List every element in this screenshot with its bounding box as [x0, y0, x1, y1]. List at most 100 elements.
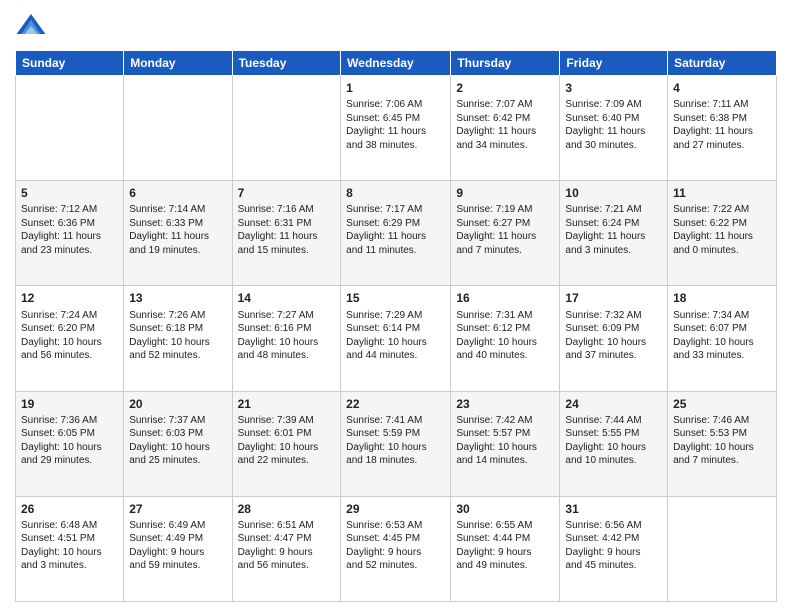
- calendar-cell: 25 Sunrise: 7:46 AM Sunset: 5:53 PM Dayli…: [668, 391, 777, 496]
- calendar-week-row: 26 Sunrise: 6:48 AM Sunset: 4:51 PM Dayli…: [16, 496, 777, 601]
- day-number: 2: [456, 80, 554, 96]
- day-info: Sunrise: 7:36 AM Sunset: 6:05 PM Dayligh…: [21, 414, 118, 468]
- logo-icon: [15, 10, 47, 42]
- day-info: Sunrise: 7:12 AM Sunset: 6:36 PM Dayligh…: [21, 203, 118, 257]
- calendar-cell: 12 Sunrise: 7:24 AM Sunset: 6:20 PM Dayli…: [16, 286, 124, 391]
- calendar-cell: 31 Sunrise: 6:56 AM Sunset: 4:42 PM Dayli…: [560, 496, 668, 601]
- day-info: Sunrise: 7:09 AM Sunset: 6:40 PM Dayligh…: [565, 98, 662, 152]
- col-wednesday: Wednesday: [341, 51, 451, 76]
- day-number: 31: [565, 501, 662, 517]
- calendar-cell: 2Sunrise: 7:07 AM Sunset: 6:42 PM Daylig…: [451, 76, 560, 181]
- calendar-cell: 14Sunrise: 7:27 AM Sunset: 6:16 PM Dayli…: [232, 286, 341, 391]
- day-number: 9: [456, 185, 554, 201]
- day-info: Sunrise: 7:16 AM Sunset: 6:31 PM Dayligh…: [238, 203, 336, 257]
- day-info: Sunrise: 6:48 AM Sunset: 4:51 PM Dayligh…: [21, 519, 118, 573]
- calendar-table: Sunday Monday Tuesday Wednesday Thursday…: [15, 50, 777, 602]
- day-number: 24: [565, 396, 662, 412]
- col-friday: Friday: [560, 51, 668, 76]
- calendar-cell: [668, 496, 777, 601]
- day-info: Sunrise: 7:37 AM Sunset: 6:03 PM Dayligh…: [129, 414, 226, 468]
- day-number: 26: [21, 501, 118, 517]
- calendar-cell: 15 Sunrise: 7:29 AM Sunset: 6:14 PM Dayli…: [341, 286, 451, 391]
- calendar-week-row: 1 Sunrise: 7:06 AM Sunset: 6:45 PM Daylig…: [16, 76, 777, 181]
- day-number: 11: [673, 185, 771, 201]
- day-number: 16: [456, 290, 554, 306]
- day-number: 15: [346, 290, 445, 306]
- calendar-cell: [124, 76, 232, 181]
- calendar-cell: 6 Sunrise: 7:14 AM Sunset: 6:33 PM Daylig…: [124, 181, 232, 286]
- col-tuesday: Tuesday: [232, 51, 341, 76]
- day-number: 10: [565, 185, 662, 201]
- day-info: Sunrise: 7:19 AM Sunset: 6:27 PM Dayligh…: [456, 203, 554, 257]
- day-number: 19: [21, 396, 118, 412]
- day-number: 1: [346, 80, 445, 96]
- day-info: Sunrise: 6:53 AM Sunset: 4:45 PM Dayligh…: [346, 519, 445, 573]
- calendar-cell: 22 Sunrise: 7:41 AM Sunset: 5:59 PM Dayli…: [341, 391, 451, 496]
- calendar-cell: 27 Sunrise: 6:49 AM Sunset: 4:49 PM Dayli…: [124, 496, 232, 601]
- calendar-cell: 29Sunrise: 6:53 AM Sunset: 4:45 PM Dayli…: [341, 496, 451, 601]
- calendar-cell: 23Sunrise: 7:42 AM Sunset: 5:57 PM Dayli…: [451, 391, 560, 496]
- calendar-cell: 5Sunrise: 7:12 AM Sunset: 6:36 PM Daylig…: [16, 181, 124, 286]
- col-sunday: Sunday: [16, 51, 124, 76]
- day-number: 17: [565, 290, 662, 306]
- calendar-header-row: Sunday Monday Tuesday Wednesday Thursday…: [16, 51, 777, 76]
- calendar-cell: 28Sunrise: 6:51 AM Sunset: 4:47 PM Dayli…: [232, 496, 341, 601]
- day-info: Sunrise: 7:34 AM Sunset: 6:07 PM Dayligh…: [673, 309, 771, 363]
- calendar-cell: 11 Sunrise: 7:22 AM Sunset: 6:22 PM Dayli…: [668, 181, 777, 286]
- col-thursday: Thursday: [451, 51, 560, 76]
- day-info: Sunrise: 7:41 AM Sunset: 5:59 PM Dayligh…: [346, 414, 445, 468]
- calendar-cell: 16 Sunrise: 7:31 AM Sunset: 6:12 PM Dayli…: [451, 286, 560, 391]
- header: [15, 10, 777, 42]
- day-info: Sunrise: 7:24 AM Sunset: 6:20 PM Dayligh…: [21, 309, 118, 363]
- calendar-cell: 8 Sunrise: 7:17 AM Sunset: 6:29 PM Daylig…: [341, 181, 451, 286]
- day-info: Sunrise: 7:14 AM Sunset: 6:33 PM Dayligh…: [129, 203, 226, 257]
- day-info: Sunrise: 7:26 AM Sunset: 6:18 PM Dayligh…: [129, 309, 226, 363]
- col-saturday: Saturday: [668, 51, 777, 76]
- calendar-cell: 26 Sunrise: 6:48 AM Sunset: 4:51 PM Dayli…: [16, 496, 124, 601]
- day-info: Sunrise: 7:39 AM Sunset: 6:01 PM Dayligh…: [238, 414, 336, 468]
- logo: [15, 10, 51, 42]
- page: Sunday Monday Tuesday Wednesday Thursday…: [0, 0, 792, 612]
- day-info: Sunrise: 7:44 AM Sunset: 5:55 PM Dayligh…: [565, 414, 662, 468]
- day-number: 30: [456, 501, 554, 517]
- day-number: 6: [129, 185, 226, 201]
- day-number: 21: [238, 396, 336, 412]
- calendar-cell: 4Sunrise: 7:11 AM Sunset: 6:38 PM Daylig…: [668, 76, 777, 181]
- day-number: 23: [456, 396, 554, 412]
- day-info: Sunrise: 6:49 AM Sunset: 4:49 PM Dayligh…: [129, 519, 226, 573]
- calendar-cell: 30 Sunrise: 6:55 AM Sunset: 4:44 PM Dayli…: [451, 496, 560, 601]
- day-number: 12: [21, 290, 118, 306]
- day-number: 7: [238, 185, 336, 201]
- day-number: 14: [238, 290, 336, 306]
- calendar-cell: 21 Sunrise: 7:39 AM Sunset: 6:01 PM Dayli…: [232, 391, 341, 496]
- day-number: 8: [346, 185, 445, 201]
- col-monday: Monday: [124, 51, 232, 76]
- calendar-cell: [16, 76, 124, 181]
- day-info: Sunrise: 6:56 AM Sunset: 4:42 PM Dayligh…: [565, 519, 662, 573]
- day-number: 27: [129, 501, 226, 517]
- day-info: Sunrise: 7:31 AM Sunset: 6:12 PM Dayligh…: [456, 309, 554, 363]
- calendar-cell: 24 Sunrise: 7:44 AM Sunset: 5:55 PM Dayli…: [560, 391, 668, 496]
- day-number: 3: [565, 80, 662, 96]
- calendar-cell: 1 Sunrise: 7:06 AM Sunset: 6:45 PM Daylig…: [341, 76, 451, 181]
- day-info: Sunrise: 6:55 AM Sunset: 4:44 PM Dayligh…: [456, 519, 554, 573]
- day-info: Sunrise: 7:21 AM Sunset: 6:24 PM Dayligh…: [565, 203, 662, 257]
- day-number: 22: [346, 396, 445, 412]
- day-info: Sunrise: 7:46 AM Sunset: 5:53 PM Dayligh…: [673, 414, 771, 468]
- calendar-cell: [232, 76, 341, 181]
- day-number: 18: [673, 290, 771, 306]
- calendar-cell: 7 Sunrise: 7:16 AM Sunset: 6:31 PM Daylig…: [232, 181, 341, 286]
- day-number: 25: [673, 396, 771, 412]
- day-number: 28: [238, 501, 336, 517]
- day-info: Sunrise: 7:29 AM Sunset: 6:14 PM Dayligh…: [346, 309, 445, 363]
- day-info: Sunrise: 7:06 AM Sunset: 6:45 PM Dayligh…: [346, 98, 445, 152]
- calendar-week-row: 5Sunrise: 7:12 AM Sunset: 6:36 PM Daylig…: [16, 181, 777, 286]
- day-info: Sunrise: 7:22 AM Sunset: 6:22 PM Dayligh…: [673, 203, 771, 257]
- day-info: Sunrise: 7:17 AM Sunset: 6:29 PM Dayligh…: [346, 203, 445, 257]
- calendar-cell: 9 Sunrise: 7:19 AM Sunset: 6:27 PM Daylig…: [451, 181, 560, 286]
- day-number: 13: [129, 290, 226, 306]
- calendar-cell: 3 Sunrise: 7:09 AM Sunset: 6:40 PM Daylig…: [560, 76, 668, 181]
- calendar-cell: 20Sunrise: 7:37 AM Sunset: 6:03 PM Dayli…: [124, 391, 232, 496]
- calendar-cell: 13 Sunrise: 7:26 AM Sunset: 6:18 PM Dayli…: [124, 286, 232, 391]
- day-info: Sunrise: 7:32 AM Sunset: 6:09 PM Dayligh…: [565, 309, 662, 363]
